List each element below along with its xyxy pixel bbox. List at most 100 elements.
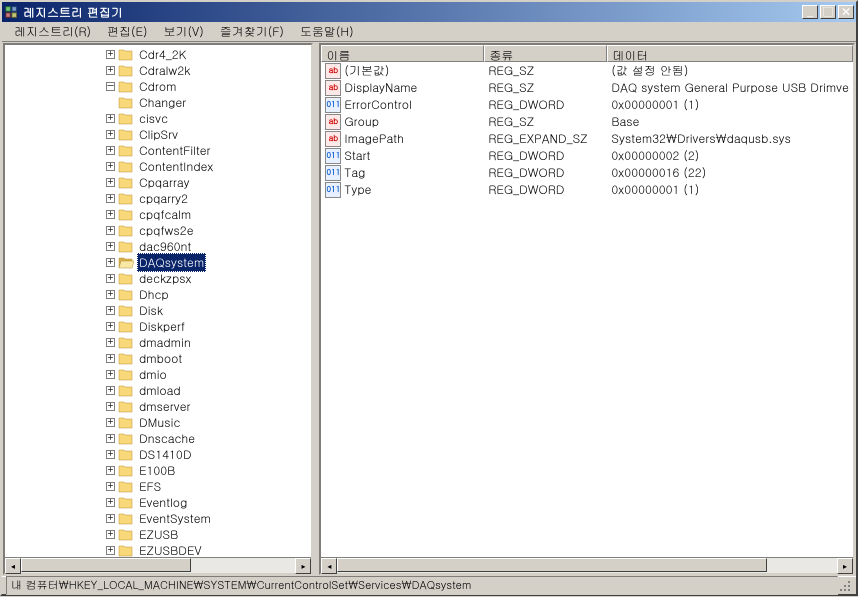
expand-toggle[interactable] <box>106 306 115 315</box>
folder-icon <box>118 336 134 349</box>
column-header-type[interactable]: 종류 <box>484 45 607 62</box>
expand-toggle[interactable] <box>106 162 115 171</box>
minimize-button[interactable]: _ <box>802 5 818 19</box>
expand-toggle[interactable] <box>106 274 115 283</box>
maximize-button[interactable]: □ <box>820 5 836 19</box>
list-body[interactable]: ab(기본값)REG_SZ(값 설정 안됨)abDisplayNameREG_S… <box>321 62 853 557</box>
tree-item[interactable]: Eventlog <box>6 494 310 510</box>
tree-hscrollbar[interactable]: ◂ ▸ <box>5 557 311 573</box>
expand-toggle[interactable] <box>106 354 115 363</box>
expand-toggle[interactable] <box>106 178 115 187</box>
list-row[interactable]: abGroupREG_SZBase <box>321 113 853 130</box>
expand-toggle[interactable] <box>106 322 115 331</box>
list-row[interactable]: 011ErrorControlREG_DWORD0x00000001 (1) <box>321 96 853 113</box>
expand-toggle[interactable] <box>106 50 115 59</box>
list-row[interactable]: abImagePathREG_EXPAND_SZSystem32\Drivers… <box>321 130 853 147</box>
expand-toggle[interactable] <box>106 418 115 427</box>
tree-item[interactable]: cpqfws2e <box>6 222 310 238</box>
expand-toggle[interactable] <box>106 242 115 251</box>
tree-item[interactable]: Changer <box>6 94 310 110</box>
expand-toggle[interactable] <box>106 482 115 491</box>
list-row[interactable]: 011TypeREG_DWORD0x00000001 (1) <box>321 181 853 198</box>
tree-item[interactable]: EZUSBDEV <box>6 542 310 557</box>
tree-item[interactable]: cpqfcalm <box>6 206 310 222</box>
expand-toggle[interactable] <box>106 226 115 235</box>
tree-item[interactable]: dmio <box>6 366 310 382</box>
list-row[interactable]: abDisplayNameREG_SZDAQ system General Pu… <box>321 79 853 96</box>
expand-toggle[interactable] <box>106 194 115 203</box>
scroll-right-button[interactable]: ▸ <box>295 558 311 574</box>
titlebar[interactable]: 레지스트리 편집기 _ □ ✕ <box>2 2 856 22</box>
value-data-cell: 0x00000002 (2) <box>607 147 853 164</box>
tree-item[interactable]: DS1410D <box>6 446 310 462</box>
tree-body[interactable]: Cdr4_2KCdralw2kCdromChangercisvcClipSrvC… <box>5 45 311 557</box>
tree-item[interactable]: EFS <box>6 478 310 494</box>
tree-item[interactable]: ClipSrv <box>6 126 310 142</box>
expand-toggle[interactable] <box>106 210 115 219</box>
tree-item[interactable]: dmboot <box>6 350 310 366</box>
scroll-left-button[interactable]: ◂ <box>321 558 337 574</box>
expand-toggle[interactable] <box>106 386 115 395</box>
tree-item[interactable]: cpqarry2 <box>6 190 310 206</box>
expand-toggle[interactable] <box>106 450 115 459</box>
tree-item[interactable]: dmserver <box>6 398 310 414</box>
tree-item[interactable]: dmadmin <box>6 334 310 350</box>
list-hscrollbar[interactable]: ◂ ▸ <box>321 557 853 573</box>
tree-item[interactable]: Dhcp <box>6 286 310 302</box>
close-button[interactable]: ✕ <box>838 5 854 19</box>
tree-item[interactable]: cisvc <box>6 110 310 126</box>
scroll-thumb[interactable] <box>337 558 767 572</box>
expand-toggle[interactable] <box>106 338 115 347</box>
column-header-name[interactable]: 이름 <box>321 45 484 62</box>
tree-item[interactable]: Cdrom <box>6 78 310 94</box>
expand-toggle[interactable] <box>106 66 115 75</box>
list-row[interactable]: 011TagREG_DWORD0x00000016 (22) <box>321 164 853 181</box>
tree-item[interactable]: EventSystem <box>6 510 310 526</box>
expand-toggle[interactable] <box>106 530 115 539</box>
expand-toggle[interactable] <box>106 546 115 555</box>
tree-item[interactable]: dmload <box>6 382 310 398</box>
expand-toggle[interactable] <box>106 82 115 91</box>
expand-toggle[interactable] <box>106 258 115 267</box>
list-row[interactable]: 011StartREG_DWORD0x00000002 (2) <box>321 147 853 164</box>
tree-item[interactable]: Dnscache <box>6 430 310 446</box>
menu-favorites[interactable]: 즐겨찾기(F) <box>212 21 292 42</box>
expand-toggle[interactable] <box>106 466 115 475</box>
column-header-data[interactable]: 데이터 <box>607 45 853 62</box>
tree-item[interactable]: Diskperf <box>6 318 310 334</box>
tree-item[interactable]: DAQsystem <box>6 254 310 270</box>
tree-item[interactable]: Cpqarray <box>6 174 310 190</box>
tree-item[interactable]: Disk <box>6 302 310 318</box>
folder-icon <box>118 256 134 269</box>
expand-toggle[interactable] <box>106 130 115 139</box>
tree-item[interactable]: deckzpsx <box>6 270 310 286</box>
scroll-thumb[interactable] <box>21 558 191 572</box>
expand-toggle[interactable] <box>106 434 115 443</box>
scroll-right-button[interactable]: ▸ <box>837 558 853 574</box>
expand-toggle[interactable] <box>106 290 115 299</box>
menu-edit[interactable]: 편집(E) <box>99 21 156 42</box>
expand-toggle[interactable] <box>106 114 115 123</box>
tree-item[interactable]: ContentIndex <box>6 158 310 174</box>
expand-toggle[interactable] <box>106 514 115 523</box>
expand-toggle[interactable] <box>106 370 115 379</box>
tree-item[interactable]: Cdr4_2K <box>6 46 310 62</box>
scroll-track[interactable] <box>21 558 295 573</box>
expand-toggle[interactable] <box>106 146 115 155</box>
value-type-cell: REG_SZ <box>484 62 607 79</box>
menu-help[interactable]: 도움말(H) <box>292 21 362 42</box>
scroll-track[interactable] <box>337 558 837 573</box>
menu-view[interactable]: 보기(V) <box>156 21 212 42</box>
menu-registry[interactable]: 레지스트리(R) <box>6 21 99 42</box>
expand-toggle[interactable] <box>106 402 115 411</box>
resize-grip[interactable] <box>838 579 852 593</box>
tree-item[interactable]: DMusic <box>6 414 310 430</box>
tree-item[interactable]: E100B <box>6 462 310 478</box>
tree-item[interactable]: EZUSB <box>6 526 310 542</box>
scroll-left-button[interactable]: ◂ <box>5 558 21 574</box>
splitter[interactable] <box>314 42 318 576</box>
tree-item[interactable]: ContentFilter <box>6 142 310 158</box>
tree-item[interactable]: Cdralw2k <box>6 62 310 78</box>
expand-toggle[interactable] <box>106 498 115 507</box>
list-row[interactable]: ab(기본값)REG_SZ(값 설정 안됨) <box>321 62 853 79</box>
